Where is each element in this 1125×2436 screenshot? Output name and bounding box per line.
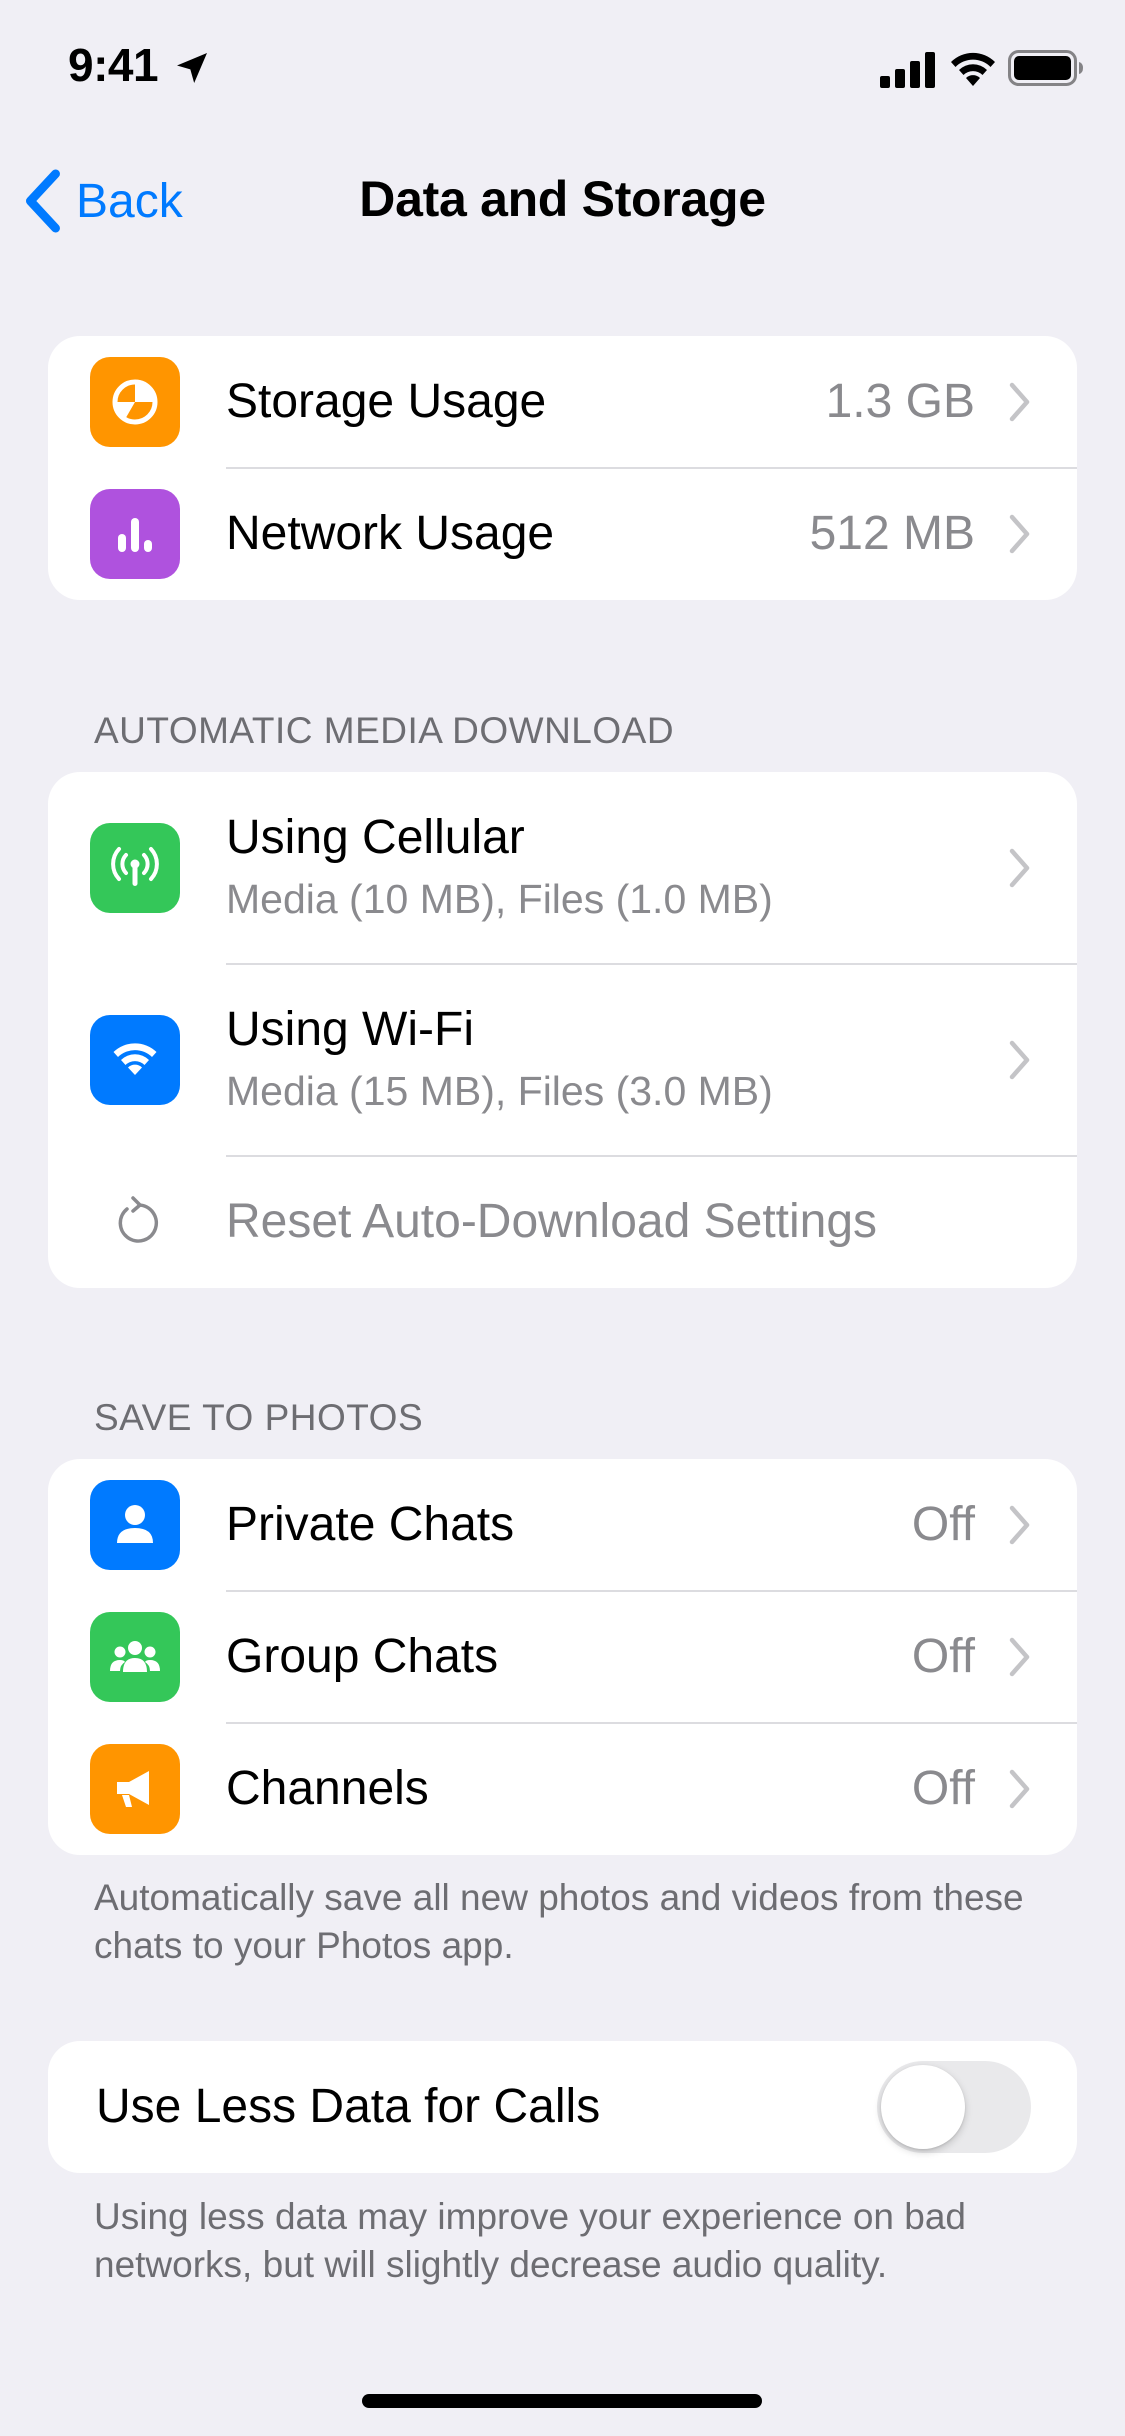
chevron-right-icon [1009,382,1030,422]
use-less-data-toggle[interactable] [877,2061,1031,2153]
storage-usage-icon-tile [90,357,180,447]
group-chats-row[interactable]: Group Chats Off [48,1591,1077,1723]
storage-usage-row[interactable]: Storage Usage 1.3 GB [48,336,1077,468]
chevron-right-icon [1009,1637,1030,1677]
chevron-right-icon [1009,848,1030,888]
channels-row[interactable]: Channels Off [48,1723,1077,1855]
save-to-photos-footer: Automatically save all new photos and vi… [94,1877,1024,1966]
group-chats-value: Off [911,1630,975,1683]
person-icon [117,1505,153,1543]
channels-value: Off [911,1762,975,1815]
using-cellular-subtitle: Media (10 MB), Files (1.0 MB) [226,876,773,922]
network-usage-label: Network Usage [226,507,555,560]
use-less-data-label: Use Less Data for Calls [96,2080,601,2133]
channels-label: Channels [226,1762,429,1815]
using-wifi-row[interactable]: Using Wi-Fi Media (15 MB), Files (3.0 MB… [48,964,1077,1156]
using-wifi-subtitle: Media (15 MB), Files (3.0 MB) [226,1068,773,1114]
use-less-data-row: Use Less Data for Calls [48,2041,1077,2173]
reset-arrow-icon [118,1196,159,1243]
pie-chart-icon [112,379,158,425]
wifi-icon [113,1043,157,1075]
group-chats-icon-tile [90,1612,180,1702]
wifi-icon-tile [90,1015,180,1105]
private-chats-label: Private Chats [226,1498,515,1551]
private-chats-value: Off [911,1498,975,1551]
network-usage-value: 512 MB [809,507,975,560]
using-wifi-label: Using Wi-Fi [226,1003,474,1056]
screen: 9:41 Back Data and Storage Storage Usage… [0,0,1125,2436]
auto-download-header: AUTOMATIC MEDIA DOWNLOAD [94,710,675,751]
private-chats-row[interactable]: Private Chats Off [48,1459,1077,1591]
usage-group: Storage Usage 1.3 GB Network Usage 512 M… [48,336,1077,600]
channels-icon-tile [90,1744,180,1834]
status-bar: 9:41 [0,0,1125,140]
cellular-icon-tile [90,823,180,913]
page-title: Data and Storage [359,171,766,227]
calls-group: Use Less Data for Calls [48,2041,1077,2173]
toggle-knob [881,2065,965,2149]
using-cellular-label: Using Cellular [226,811,525,864]
chevron-right-icon [1009,514,1030,554]
group-chats-label: Group Chats [226,1630,499,1683]
cellular-antenna-icon [111,847,159,886]
megaphone-icon [117,1771,149,1807]
chevron-right-icon [1009,1040,1030,1080]
private-chats-icon-tile [90,1480,180,1570]
calls-footer: Using less data may improve your experie… [94,2196,967,2285]
auto-download-group: Using Cellular Media (10 MB), Files (1.0… [48,772,1077,1288]
chevron-right-icon [1009,1769,1030,1809]
network-usage-icon-tile [90,489,180,579]
chevron-right-icon [1009,1505,1030,1545]
reset-icon-tile [90,1177,180,1267]
navigation-bar: Back Data and Storage [0,150,1125,250]
home-indicator [362,2394,762,2408]
reset-auto-download-row[interactable]: Reset Auto-Download Settings [48,1156,1077,1288]
storage-usage-value: 1.3 GB [825,375,975,428]
group-icon [110,1641,160,1672]
bar-chart-icon [118,518,152,552]
storage-usage-label: Storage Usage [226,375,547,428]
reset-auto-download-label: Reset Auto-Download Settings [226,1195,878,1248]
cellular-signal-icon [880,52,935,88]
save-to-photos-header: SAVE TO PHOTOS [94,1397,424,1438]
using-cellular-row[interactable]: Using Cellular Media (10 MB), Files (1.0… [48,772,1077,964]
battery-icon [1008,50,1083,86]
location-arrow-icon [177,53,207,83]
wifi-status-icon [951,52,995,86]
network-usage-row[interactable]: Network Usage 512 MB [48,468,1077,600]
status-time: 9:41 [68,39,159,91]
save-to-photos-group: Private Chats Off Group Chats Off Channe… [48,1459,1077,1855]
